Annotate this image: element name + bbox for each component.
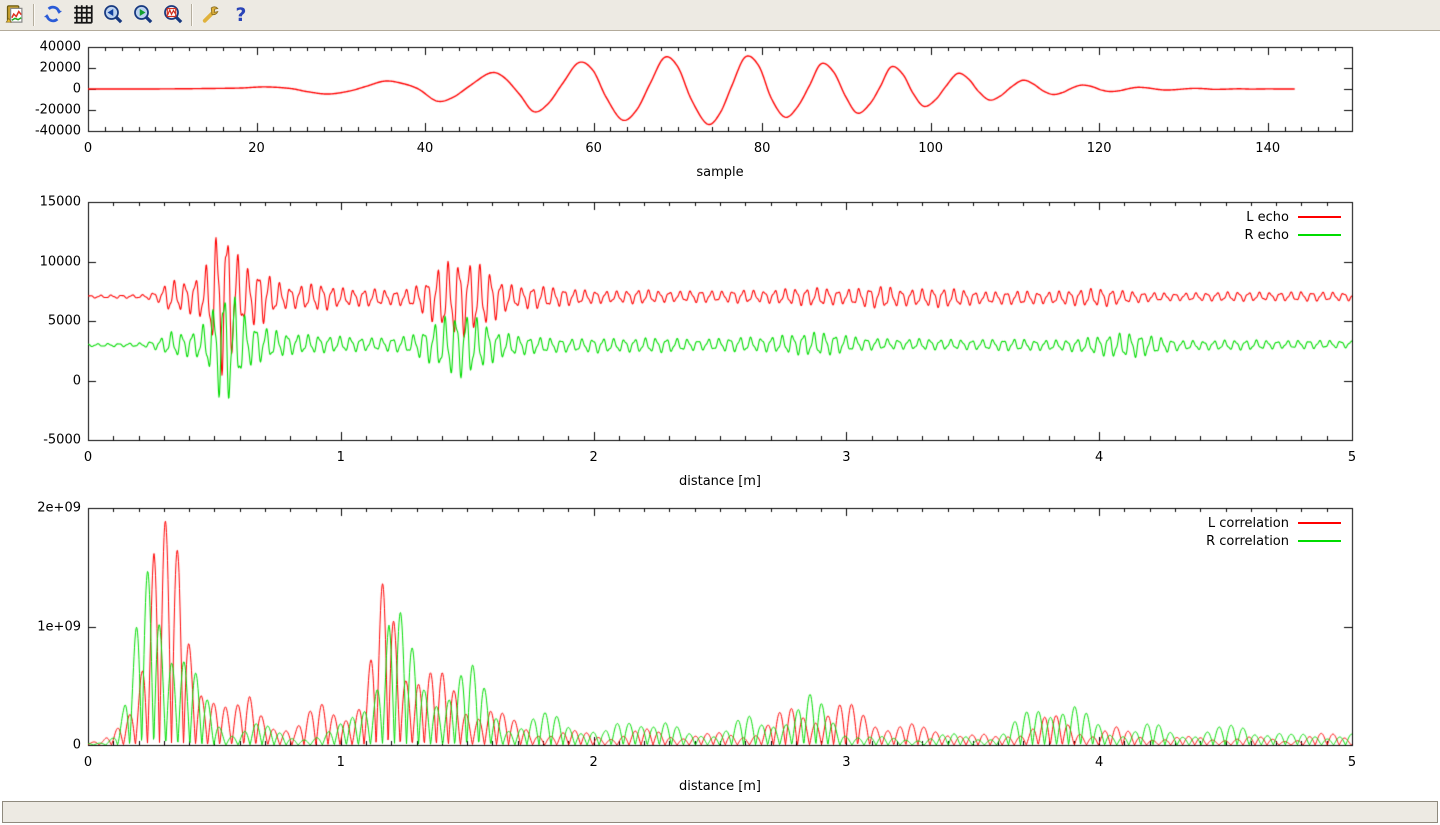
toggle-grid-button[interactable] [71, 3, 95, 27]
help-button[interactable]: ? [229, 3, 253, 27]
status-bar [2, 801, 1438, 823]
export-plot-button[interactable] [3, 3, 27, 27]
replot-button[interactable] [41, 3, 65, 27]
gnuplot-window: ? -40000-2000002000040000020406080100120… [0, 0, 1440, 825]
autoscale-zoom-all-icon [163, 4, 183, 27]
zoom-previous-button[interactable] [101, 3, 125, 27]
replot-refresh-icon [43, 4, 63, 27]
help-icon: ? [231, 4, 251, 27]
configure-wrench-icon [201, 4, 221, 27]
svg-text:?: ? [236, 4, 247, 23]
toggle-grid-icon [73, 4, 93, 27]
plot-canvas[interactable] [0, 32, 1440, 800]
plot-area: -40000-200000200004000002040608010012014… [0, 32, 1440, 800]
export-plot-to-clipboard-icon [5, 4, 25, 27]
zoom-next-icon [133, 4, 153, 27]
toolbar-separator [33, 4, 35, 26]
configure-button[interactable] [199, 3, 223, 27]
toolbar-separator [191, 4, 193, 26]
zoom-previous-icon [103, 4, 123, 27]
toolbar: ? [0, 0, 1440, 31]
zoom-all-button[interactable] [161, 3, 185, 27]
zoom-next-button[interactable] [131, 3, 155, 27]
